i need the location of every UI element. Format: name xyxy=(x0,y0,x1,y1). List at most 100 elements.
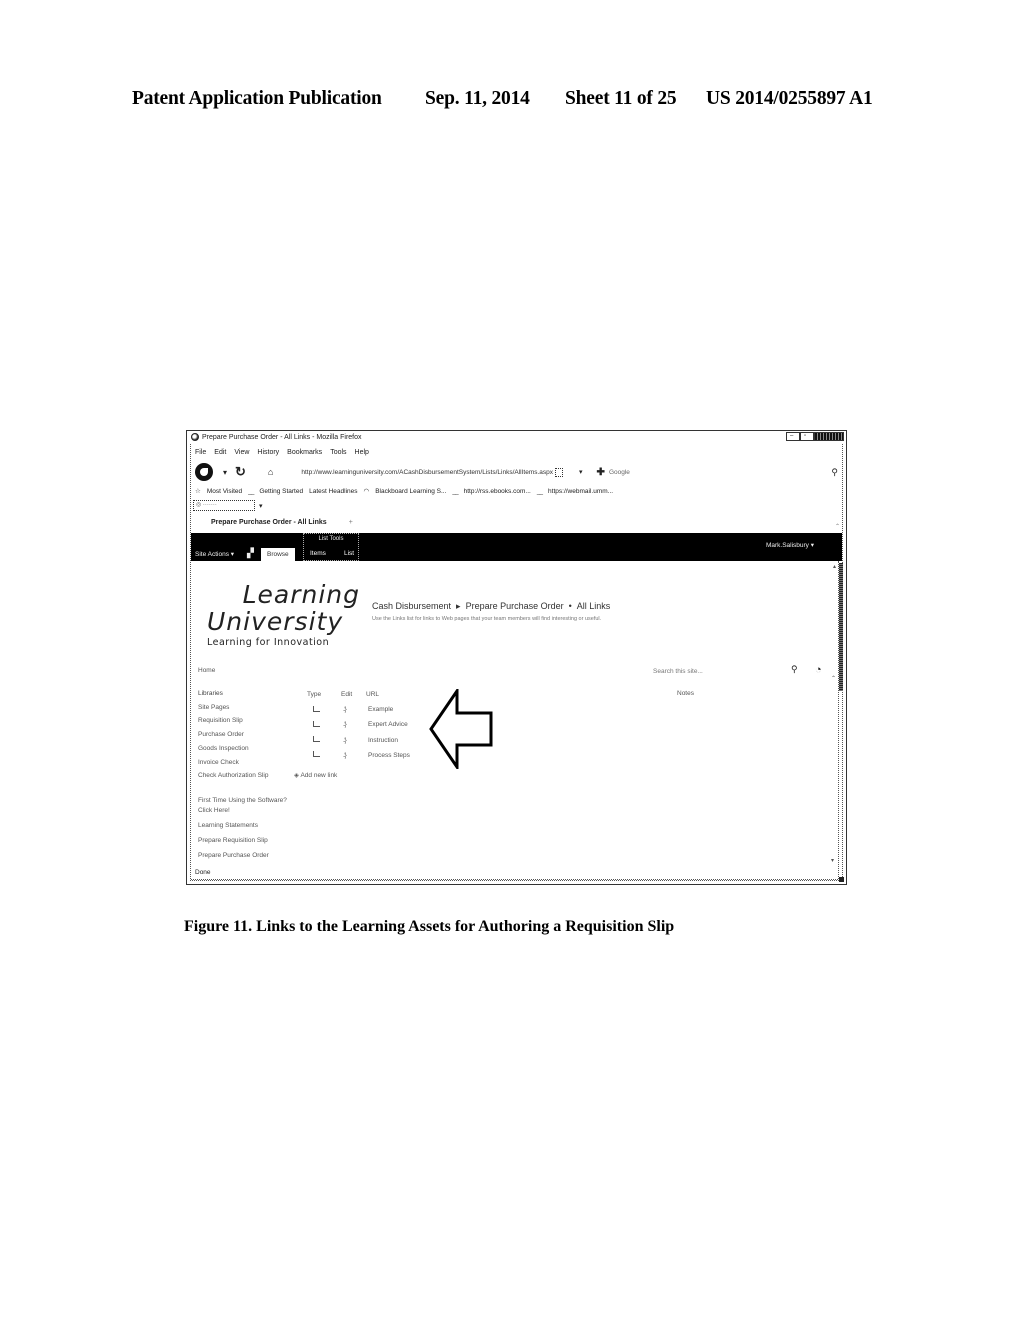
firefox-icon xyxy=(191,433,199,441)
menu-history[interactable]: History xyxy=(257,449,279,456)
addon-dropdown-icon[interactable]: ▾ xyxy=(259,502,263,510)
quick-launch-item[interactable]: First Time Using the Software? Click Her… xyxy=(198,796,288,816)
window-controls: – ▫ xyxy=(786,432,844,441)
sharepoint-ribbon: Site Actions ▾ ▞ Browse List Tools Items… xyxy=(191,533,842,561)
address-dropdown-icon[interactable]: ▾ xyxy=(579,468,583,476)
home-icon[interactable]: ⌂ xyxy=(268,467,273,477)
scroll-up-icon[interactable]: ▴ xyxy=(833,563,836,570)
search-engine-input[interactable]: Google xyxy=(609,469,630,476)
search-icon[interactable]: ⚲ xyxy=(831,467,838,478)
quick-launch-item[interactable]: Requisition Slip xyxy=(198,714,268,728)
navigate-up-icon[interactable]: ▞ xyxy=(247,548,254,559)
quick-launch-item[interactable]: Learning Statements xyxy=(198,821,288,831)
link-type-icon xyxy=(313,720,320,727)
quick-launch-item[interactable]: Check Authorization Slip xyxy=(198,769,268,783)
arrow-shape xyxy=(429,689,493,769)
bookmarks-bar: ☆ Most Visited __ Getting Started Latest… xyxy=(195,487,613,496)
bookmark-page-icon: __ xyxy=(452,487,458,495)
history-dropdown-icon[interactable]: ▾ xyxy=(223,468,227,477)
quick-launch-item[interactable]: Prepare Requisition Slip xyxy=(198,836,288,846)
breadcrumb-separator: ▸ xyxy=(456,601,461,611)
tab-list[interactable]: List xyxy=(344,550,354,557)
help-icon[interactable]: ◔ xyxy=(815,664,822,676)
bookmark-getting-started[interactable]: Getting Started xyxy=(259,488,303,495)
edit-icon[interactable]: .:} xyxy=(343,721,368,728)
maximize-button[interactable]: ▫ xyxy=(800,432,814,441)
link-type-icon xyxy=(313,736,320,743)
bookmark-webmail[interactable]: https://webmail.umm... xyxy=(548,488,613,495)
bookmark-latest-headlines[interactable]: Latest Headlines xyxy=(309,488,357,495)
minimize-button[interactable]: – xyxy=(786,432,800,441)
logo-line-1: Learning xyxy=(242,580,360,609)
patent-header: Patent Application Publication Sep. 11, … xyxy=(0,88,1024,118)
quick-launch-item[interactable]: Purchase Order xyxy=(198,728,268,742)
bookmark-page-icon: __ xyxy=(248,487,254,495)
scrollbar-thumb[interactable] xyxy=(839,563,843,691)
quick-launch-item[interactable]: Goods Inspection xyxy=(198,742,268,756)
list-tools-group: List Tools Items List xyxy=(303,533,359,561)
site-search-input[interactable]: Search this site... xyxy=(653,668,703,675)
new-tab-icon[interactable]: + xyxy=(349,519,353,526)
tab-items[interactable]: Items xyxy=(310,550,326,557)
reload-icon[interactable]: ↻ xyxy=(235,464,246,480)
menu-edit[interactable]: Edit xyxy=(214,449,226,456)
column-header-edit[interactable]: Edit xyxy=(341,691,366,698)
breadcrumb-separator: • xyxy=(568,601,572,611)
search-engine-icon[interactable]: ✚ xyxy=(597,467,605,478)
tab-prepare-purchase-order[interactable]: Prepare Purchase Order - All Links xyxy=(211,519,327,526)
tab-browse[interactable]: Browse xyxy=(261,548,295,561)
logo-line-2: University xyxy=(207,607,344,636)
close-button[interactable] xyxy=(814,432,844,441)
breadcrumb-all-links[interactable]: All Links xyxy=(577,601,611,612)
edit-icon[interactable]: .:} xyxy=(343,706,368,713)
title-bar: Prepare Purchase Order - All Links - Moz… xyxy=(187,431,846,443)
scroll-down-icon[interactable]: ▾ xyxy=(831,857,834,864)
breadcrumb-cash-disbursement[interactable]: Cash Disbursement xyxy=(372,601,451,612)
bookmark-most-visited[interactable]: Most Visited xyxy=(207,488,242,495)
quick-launch: Libraries Site Pages Requisition Slip Pu… xyxy=(198,687,268,783)
addon-search-field[interactable]: ◎ ······· xyxy=(193,500,255,511)
user-menu[interactable]: Mark.Salisbury ▾ xyxy=(766,541,814,549)
quick-launch-heading[interactable]: Libraries xyxy=(198,687,268,701)
figure-caption: Figure 11. Links to the Learning Assets … xyxy=(184,918,675,935)
bookmark-rss-ebooks[interactable]: http://rss.ebooks.com... xyxy=(464,488,531,495)
link-type-icon xyxy=(313,751,320,758)
logo-tagline: Learning for Innovation xyxy=(207,637,330,648)
tab-strip: Prepare Purchase Order - All Links + xyxy=(211,519,353,526)
quick-launch-item[interactable]: Prepare Purchase Order xyxy=(198,851,288,861)
addon-toolbar: ◎ ······· ▾ xyxy=(193,500,263,511)
menu-view[interactable]: View xyxy=(234,449,249,456)
quick-launch-secondary: First Time Using the Software? Click Her… xyxy=(198,796,288,861)
menu-bookmarks[interactable]: Bookmarks xyxy=(287,449,322,456)
quick-launch-item[interactable]: Invoice Check xyxy=(198,756,268,770)
edit-icon[interactable]: .:} xyxy=(343,737,368,744)
bookmark-blackboard[interactable]: Blackboard Learning S... xyxy=(375,488,446,495)
column-header-notes[interactable]: Notes xyxy=(677,690,694,697)
column-header-type[interactable]: Type xyxy=(307,691,341,698)
add-new-link-button[interactable]: ◈ Add new link xyxy=(294,771,337,779)
patent-number: US 2014/0255897 A1 xyxy=(706,88,873,109)
blackboard-icon: ◠ xyxy=(363,488,370,495)
quick-launch-item[interactable]: Site Pages xyxy=(198,701,268,715)
site-actions-menu[interactable]: Site Actions ▾ xyxy=(195,550,234,558)
add-new-link-label: Add new link xyxy=(300,772,338,779)
address-bar[interactable]: http://www.learninguniversity.com/ACashD… xyxy=(301,469,553,476)
link-type-icon xyxy=(313,705,320,712)
left-arrow-annotation xyxy=(429,689,493,769)
menu-help[interactable]: Help xyxy=(355,449,369,456)
publication-label: Patent Application Publication xyxy=(132,88,382,109)
menu-file[interactable]: File xyxy=(195,449,206,456)
breadcrumb-prepare-purchase-order[interactable]: Prepare Purchase Order xyxy=(466,601,564,612)
top-nav-home[interactable]: Home xyxy=(198,667,215,674)
edit-icon[interactable]: .:} xyxy=(343,752,368,759)
site-search-icon[interactable]: ⚲ xyxy=(791,664,798,675)
vertical-scrollbar[interactable] xyxy=(838,561,843,879)
browser-window-figure: Prepare Purchase Order - All Links - Moz… xyxy=(186,430,847,885)
menu-tools[interactable]: Tools xyxy=(330,449,346,456)
tab-list-icon[interactable]: ⌃ xyxy=(835,523,840,530)
back-button[interactable] xyxy=(195,463,213,481)
feed-icon[interactable] xyxy=(555,467,564,477)
resize-grip[interactable] xyxy=(839,877,844,882)
publication-date: Sep. 11, 2014 xyxy=(425,88,530,109)
expand-icon[interactable]: ⌃ xyxy=(831,675,836,682)
